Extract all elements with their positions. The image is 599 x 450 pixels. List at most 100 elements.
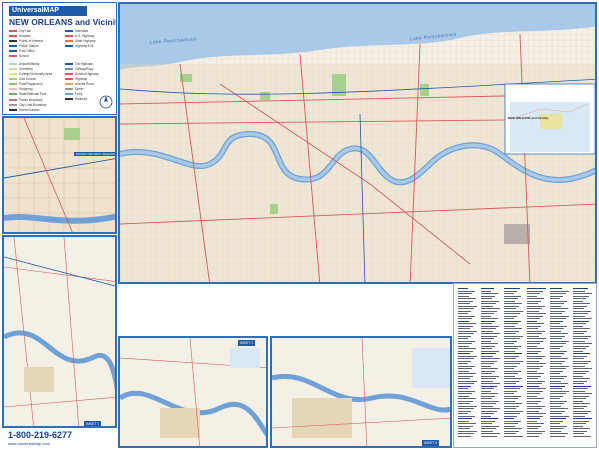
index-entry-texture	[458, 350, 473, 352]
index-entry-texture	[504, 373, 518, 374]
index-entry-texture	[527, 293, 540, 294]
index-entry-texture	[550, 410, 565, 412]
index-entry-texture	[458, 410, 471, 412]
index-entry-texture	[481, 325, 499, 327]
index-entry-texture	[481, 305, 493, 307]
index-entry-texture	[550, 370, 563, 372]
index-entry-texture	[481, 308, 500, 309]
index-entry-texture	[504, 325, 515, 327]
index-entry-texture	[481, 413, 494, 414]
phone-number: 1-800-219-6277	[8, 430, 73, 440]
index-entry-texture	[458, 408, 474, 409]
legend-symbol: Toll Highway	[65, 62, 93, 66]
index-entry-texture	[458, 325, 473, 327]
index-entry-texture	[550, 323, 560, 324]
inset-3-panel[interactable]: INSET 3	[270, 336, 452, 448]
index-entry-texture	[527, 428, 538, 429]
index-entry-texture	[527, 290, 543, 292]
index-entry-texture	[481, 373, 492, 374]
index-entry-texture	[527, 323, 544, 324]
index-entry-texture	[458, 405, 477, 407]
index-entry-texture	[527, 298, 544, 299]
index-entry-texture	[458, 320, 469, 322]
index-entry-texture	[550, 368, 566, 369]
locator-inset-title: NEW ORLEANS and Vicinity	[508, 116, 549, 120]
index-entry-texture	[504, 300, 515, 302]
index-entry-texture	[458, 398, 476, 399]
index-entry-texture	[458, 288, 468, 289]
index-entry-texture	[550, 433, 568, 434]
index-entry-texture	[573, 400, 583, 402]
index-entry-texture	[550, 385, 565, 387]
index-entry-texture	[481, 313, 494, 314]
index-entry-texture	[458, 328, 470, 329]
index-entry-texture	[573, 380, 587, 382]
legend-item: State/National Park	[9, 92, 46, 96]
index-entry-texture	[481, 380, 493, 382]
index-entry-texture	[573, 425, 583, 427]
website-link[interactable]: www.universalmap.com	[8, 441, 50, 446]
compass-icon	[99, 95, 113, 109]
index-entry-texture	[573, 388, 588, 389]
index-entry-texture	[504, 350, 515, 352]
index-entry-texture	[481, 423, 492, 424]
index-entry-texture	[527, 410, 539, 412]
index-entry-texture	[504, 433, 516, 434]
legend-item: City Hall	[9, 29, 31, 33]
index-entry-texture	[527, 358, 542, 359]
index-entry-texture	[573, 398, 586, 399]
inset-2-panel[interactable]: INSET 2	[118, 336, 268, 448]
index-entry-texture	[550, 353, 564, 354]
index-entry-texture	[504, 323, 518, 324]
legend-item: Golf Course	[9, 77, 36, 81]
legend-item: Street Number	[9, 108, 40, 112]
downtown-inset-panel[interactable]: DOWNTOWN NEW ORLEANS	[2, 116, 117, 234]
index-entry-texture	[504, 370, 521, 372]
index-entry-texture	[527, 430, 545, 432]
index-entry-texture	[550, 428, 564, 429]
legend-symbol: Tollway/Expy	[65, 67, 93, 71]
index-entry-texture	[481, 435, 497, 437]
inset-1-panel[interactable]: INSET 1	[2, 235, 117, 428]
index-entry-texture	[458, 393, 472, 394]
index-entry-texture	[527, 288, 546, 289]
index-entry-texture	[573, 410, 591, 412]
index-entry-texture	[573, 353, 590, 354]
index-entry-texture	[550, 398, 560, 399]
index-entry-texture	[527, 345, 537, 347]
index-entry-texture	[527, 318, 540, 319]
index-entry-texture	[481, 430, 493, 432]
legend-item: Shopping	[9, 87, 32, 91]
index-entry-texture	[527, 370, 537, 372]
index-entry-texture	[550, 288, 562, 289]
index-entry-texture	[550, 303, 564, 304]
index-entry-texture	[458, 435, 471, 437]
index-entry-texture	[550, 290, 569, 292]
index-entry-texture	[504, 428, 522, 429]
legend-item: Airport/Military	[9, 62, 39, 66]
index-entry-texture	[458, 313, 468, 314]
index-entry-texture	[481, 300, 499, 302]
index-entry-texture	[481, 403, 496, 404]
index-entry-texture	[573, 328, 590, 329]
index-entry-texture	[481, 353, 496, 354]
legend-symbol: Divided Highway	[65, 72, 99, 76]
index-entry-texture	[458, 340, 475, 342]
index-entry-texture	[458, 395, 469, 397]
inset-3-canvas	[272, 338, 450, 446]
index-entry-texture	[504, 313, 520, 314]
index-entry-texture	[458, 423, 476, 424]
index-entry-texture	[504, 343, 514, 344]
main-map-panel[interactable]: Lake Pontchartrain Lake Pontchartrain NE…	[118, 2, 597, 284]
street-index-panel[interactable]	[453, 283, 597, 448]
index-entry-texture	[481, 398, 492, 399]
index-entry-texture	[527, 303, 538, 304]
index-entry-texture	[527, 385, 539, 387]
index-entry-texture	[527, 403, 538, 404]
index-entry-texture	[458, 290, 475, 292]
index-entry-texture	[458, 385, 471, 387]
index-entry-texture	[481, 338, 494, 339]
index-entry-texture	[573, 430, 587, 432]
index-entry-texture	[573, 315, 585, 317]
index-entry-texture	[504, 335, 523, 337]
